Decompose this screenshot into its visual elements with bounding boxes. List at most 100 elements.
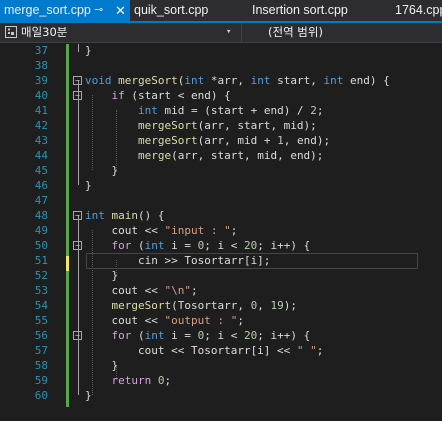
code-line[interactable]: 45 } — [0, 163, 442, 178]
code-token: ; i < — [204, 239, 244, 252]
code-line[interactable]: 48 − int main() { — [0, 208, 442, 223]
code-line[interactable]: 55 cout << "output : "; — [0, 313, 442, 328]
code-token: } — [85, 389, 92, 402]
code-line[interactable]: 53 cout << "\n"; — [0, 283, 442, 298]
code-token: i = — [164, 239, 198, 252]
code-token: (arr, start, mid); — [197, 119, 317, 132]
code-token: 20 — [244, 239, 258, 252]
line-number: 51 — [34, 254, 48, 267]
code-line[interactable]: 43 mergeSort(arr, mid + 1, end); — [0, 133, 442, 148]
chevron-down-icon[interactable]: ▾ — [226, 23, 231, 42]
code-token: main — [111, 209, 139, 222]
code-line[interactable]: 57 cout << Tosortarr[i] << " "; — [0, 343, 442, 358]
code-text: cout << Tosortarr[i] << " "; — [85, 343, 323, 358]
line-number: 39 — [34, 74, 48, 87]
code-line[interactable]: 38 — [0, 58, 442, 73]
tab-label: merge_sort.cpp — [4, 3, 91, 17]
line-number: 54 — [34, 299, 48, 312]
code-token: int — [323, 74, 344, 87]
line-number: 57 — [34, 344, 48, 357]
code-token: int — [144, 329, 165, 342]
close-icon[interactable]: ✕ — [115, 0, 126, 21]
code-token: cout << — [85, 224, 165, 237]
code-token: 19 — [270, 299, 284, 312]
line-number: 50 — [34, 239, 48, 252]
code-text: int main() { — [85, 208, 165, 223]
code-token: end) { — [343, 74, 390, 87]
code-line[interactable]: 37} — [0, 43, 442, 58]
code-text: } — [85, 358, 118, 373]
code-token: ( — [131, 329, 145, 342]
code-line[interactable]: 44 merge(arr, start, mid, end); — [0, 148, 442, 163]
code-editor[interactable]: 37} 38 39− void mergeSort(int *arr, int sta… — [0, 43, 442, 421]
code-token: 1 — [277, 134, 284, 147]
code-text: merge(arr, start, mid, end); — [85, 148, 323, 163]
code-line[interactable]: 42 mergeSort(arr, start, mid); — [0, 118, 442, 133]
line-number: 38 — [34, 59, 48, 72]
code-line[interactable]: 56 − for (int i = 0; i < 20; i++) { — [0, 328, 442, 343]
code-text: cin >> Tosortarr[i]; — [85, 253, 270, 268]
scope-dropdown[interactable]: (전역 범위) — [268, 23, 323, 42]
collapse-icon[interactable]: − — [73, 211, 82, 220]
code-line[interactable]: 60} — [0, 388, 442, 403]
code-token: cout << — [85, 314, 165, 327]
code-line[interactable]: 52 } — [0, 268, 442, 283]
code-text: } — [85, 178, 92, 193]
tab-1764[interactable]: 1764.cpp — [391, 0, 442, 21]
pin-icon[interactable]: ⊸ — [94, 0, 103, 21]
code-line[interactable]: 51 cin >> Tosortarr[i]; — [0, 253, 442, 269]
code-token: ; i < — [204, 329, 244, 342]
code-line[interactable]: 39 − void mergeSort(int *arr, int start, i… — [0, 73, 442, 88]
line-number: 55 — [34, 314, 48, 327]
navigation-bar: 매일30분 ▾ (전역 범위) — [0, 23, 442, 43]
code-line[interactable]: 50 − for (int i = 0; i < 20; i++) { — [0, 238, 442, 253]
tab-merge-sort[interactable]: merge_sort.cpp ⊸ ✕ — [0, 0, 130, 21]
code-line[interactable]: 40 − if (start < end) { — [0, 88, 442, 103]
project-dropdown[interactable]: 매일30분 ▾ — [0, 23, 242, 42]
code-line[interactable]: 46} — [0, 178, 442, 193]
line-number: 43 — [34, 134, 48, 147]
code-text: return 0; — [85, 373, 172, 388]
code-token: ; i++) { — [257, 329, 311, 342]
code-line[interactable]: 41 int mid = (start + end) / 2; — [0, 103, 442, 118]
code-token: ); — [283, 299, 297, 312]
collapse-icon[interactable]: − — [73, 91, 82, 100]
code-token: mergeSort — [137, 134, 198, 147]
line-number: 42 — [34, 119, 48, 132]
tab-quik-sort[interactable]: quik_sort.cpp — [130, 0, 242, 21]
code-token: (start < end) { — [124, 89, 231, 102]
line-number: 52 — [34, 269, 48, 282]
code-token: } — [85, 269, 119, 282]
collapse-icon[interactable]: − — [73, 76, 82, 85]
code-line[interactable]: 58 } — [0, 358, 442, 373]
tab-label: 1764.cpp — [395, 3, 442, 17]
code-token: 0 — [157, 374, 165, 387]
code-text: mergeSort(Tosortarr, 0, 19); — [85, 298, 297, 313]
code-token: ; — [316, 104, 324, 117]
collapse-icon[interactable]: − — [73, 331, 82, 340]
code-token: "output : " — [164, 314, 238, 327]
line-number: 46 — [34, 179, 48, 192]
code-line[interactable]: 47 — [0, 193, 442, 208]
line-number: 47 — [34, 194, 48, 207]
code-token: int — [250, 74, 271, 87]
code-text: for (int i = 0; i < 20; i++) { — [85, 328, 311, 343]
line-number: 59 — [34, 374, 48, 387]
line-number: 44 — [34, 149, 48, 162]
code-token: ; — [237, 314, 244, 327]
collapse-icon[interactable]: − — [73, 241, 82, 250]
code-token: 20 — [244, 329, 258, 342]
tab-label: quik_sort.cpp — [134, 3, 209, 17]
code-line[interactable]: 59 return 0; — [0, 373, 442, 388]
line-number: 37 — [34, 44, 48, 57]
tab-insertion-sort[interactable]: Insertion sort.cpp — [248, 0, 376, 21]
code-token: ( — [131, 239, 145, 252]
code-line[interactable]: 54 mergeSort(Tosortarr, 0, 19); — [0, 298, 442, 313]
code-line[interactable]: 49 cout << "input : "; — [0, 223, 442, 238]
code-token: mergeSort — [137, 119, 198, 132]
code-token: for — [111, 329, 132, 342]
line-number: 41 — [34, 104, 48, 117]
